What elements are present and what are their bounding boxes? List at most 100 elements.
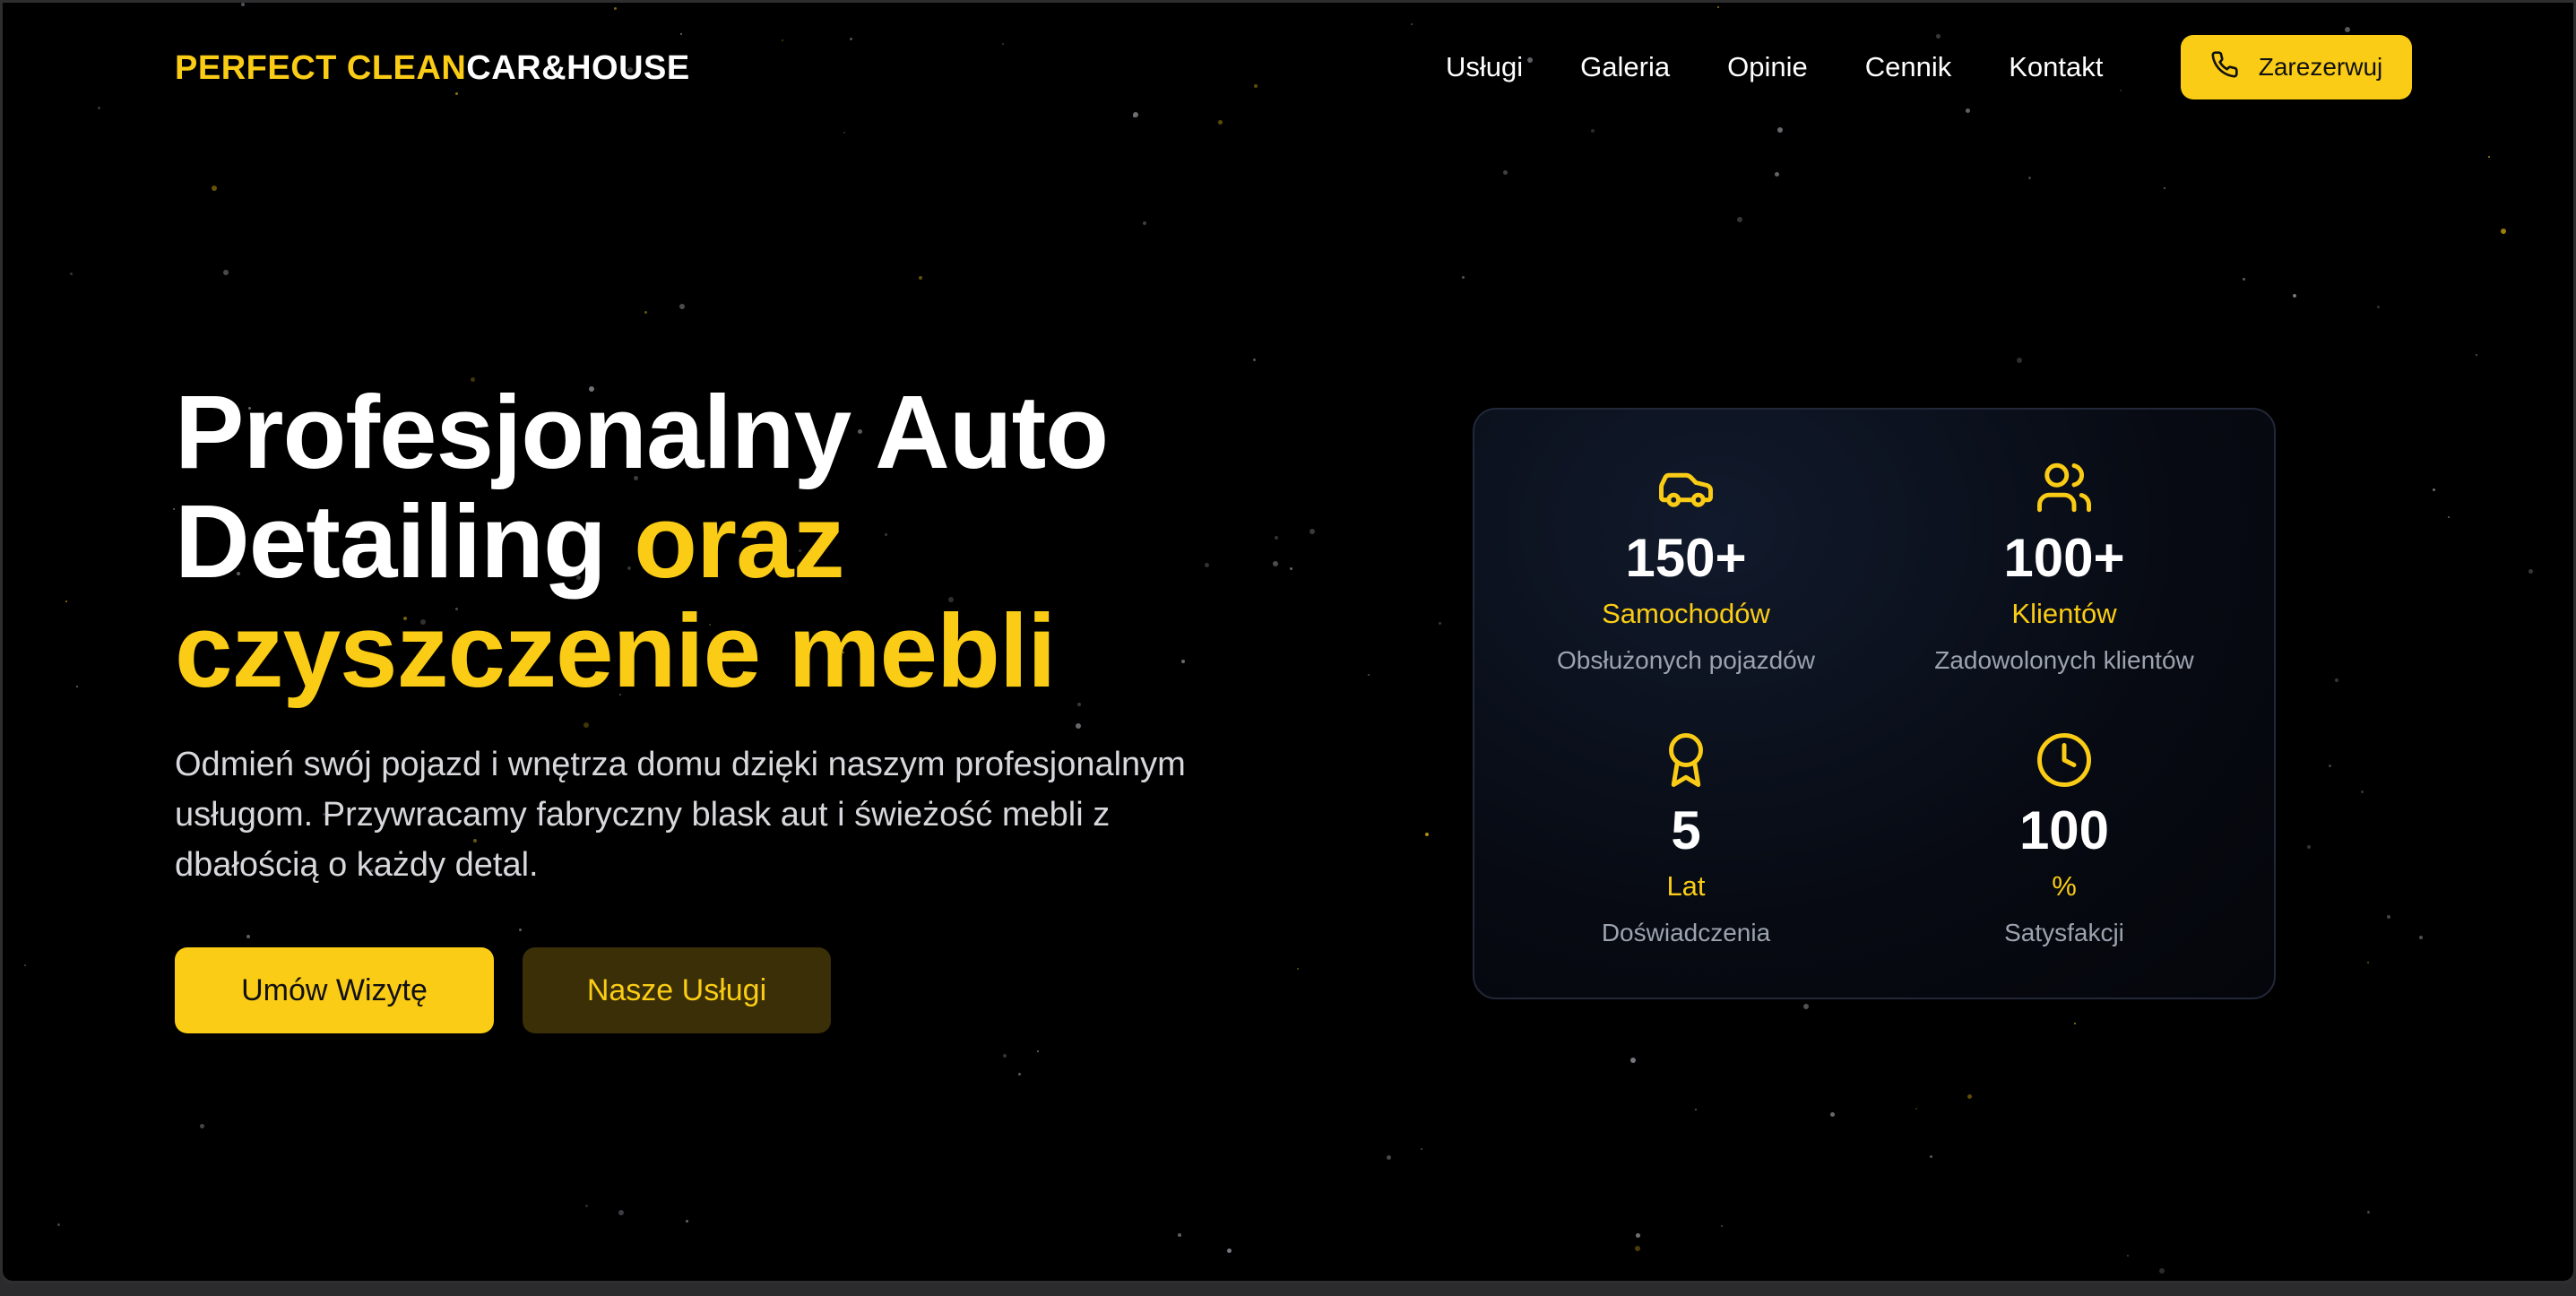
book-visit-button[interactable]: Umów Wizytę	[175, 947, 494, 1033]
star-dot	[1143, 221, 1146, 225]
star-dot	[686, 1220, 688, 1223]
nav-link-galeria[interactable]: Galeria	[1580, 51, 1670, 83]
hero-title-line-1: Profesjonalny Auto	[175, 374, 1109, 490]
stat-unit: %	[2052, 870, 2077, 902]
stat-value: 150+	[1625, 528, 1747, 588]
star-dot	[1205, 563, 1209, 567]
star-dot	[1636, 1233, 1640, 1238]
star-dot	[1003, 1054, 1007, 1058]
star-dot	[583, 722, 589, 728]
star-dot	[2448, 516, 2450, 518]
stat-unit: Klientów	[2011, 598, 2117, 629]
book-button[interactable]: Zarezerwuj	[2181, 35, 2412, 99]
star-dot	[57, 1223, 60, 1226]
star-dot	[1253, 359, 1256, 361]
star-dot	[2528, 569, 2533, 574]
car-icon	[1656, 458, 1716, 517]
star-dot	[2367, 1211, 2370, 1214]
star-dot	[1290, 567, 1292, 570]
stat-description: Zadowolonych klientów	[1934, 646, 2194, 674]
star-dot	[1273, 561, 1278, 566]
nav-link-uslugi[interactable]: Usługi	[1446, 51, 1523, 83]
our-services-button[interactable]: Nasze Usługi	[523, 947, 831, 1033]
star-dot	[65, 600, 67, 602]
star-dot	[1439, 622, 1441, 625]
star-dot	[2476, 354, 2477, 356]
star-dot	[2377, 306, 2380, 308]
star-dot	[1830, 1112, 1835, 1117]
star-dot	[1462, 276, 1465, 279]
hero-title-line-3: czyszczenie mebli	[175, 592, 1056, 709]
star-dot	[1775, 172, 1779, 177]
clock-icon	[2035, 730, 2094, 790]
site-logo[interactable]: PERFECT CLEANCAR&HOUSE	[175, 49, 690, 88]
star-dot	[2074, 1023, 2076, 1024]
nav-link-cennik[interactable]: Cennik	[1865, 51, 1952, 83]
award-icon	[1656, 730, 1716, 790]
star-dot	[2164, 187, 2165, 189]
nav-link-kontakt[interactable]: Kontakt	[2009, 51, 2103, 83]
star-dot	[1803, 1004, 1809, 1009]
hero-title: Profesjonalny Auto Detailing oraz czyszc…	[175, 374, 1109, 709]
stat-years: 5 Lat Doświadczenia	[1498, 730, 1874, 947]
stat-description: Obsłużonych pojazdów	[1557, 646, 1815, 674]
star-dot	[2335, 678, 2338, 682]
stat-value: 100	[2018, 800, 2110, 860]
logo-text-white: CAR&HOUSE	[466, 49, 690, 87]
star-dot	[644, 311, 647, 314]
star-dot	[2501, 229, 2506, 234]
star-dot	[1297, 968, 1299, 970]
star-dot	[24, 964, 26, 966]
hero-title-line-2: Detailing oraz	[175, 487, 1108, 596]
star-dot	[1275, 536, 1278, 540]
star-dot	[70, 272, 73, 275]
nav-link-opinie[interactable]: Opinie	[1727, 51, 1808, 83]
stat-value: 5	[1671, 800, 1701, 860]
star-dot	[1368, 674, 1370, 676]
phone-icon	[2210, 50, 2239, 85]
star-dot	[1310, 529, 1315, 534]
star-dot	[1695, 1109, 1697, 1110]
star-dot	[1630, 1058, 1636, 1063]
star-dot	[2329, 765, 2331, 767]
hero-title-oraz: oraz	[634, 483, 845, 600]
stat-description: Satysfakcji	[2004, 919, 2124, 946]
stats-card: 150+ Samochodów Obsłużonych pojazdów 100…	[1473, 408, 2276, 999]
star-dot	[2028, 177, 2031, 179]
star-dot	[1421, 1148, 1422, 1150]
stat-cars: 150+ Samochodów Obsłużonych pojazdów	[1498, 458, 1874, 675]
star-dot	[1721, 1225, 1723, 1227]
stat-unit: Samochodów	[1602, 598, 1770, 629]
star-dot	[2387, 915, 2390, 919]
star-dot	[1227, 1248, 1232, 1253]
star-dot	[76, 686, 78, 687]
nav-links: Usługi Galeria Opinie Cennik Kontakt	[1446, 51, 2103, 83]
star-dot	[1178, 1233, 1181, 1237]
star-dot	[2159, 1268, 2165, 1274]
hero-title-detailing: Detailing	[175, 483, 635, 600]
star-dot	[1037, 1050, 1039, 1052]
stat-clients: 100+ Klientów Zadowolonych klientów	[1876, 458, 2252, 675]
star-dot	[519, 929, 522, 931]
star-dot	[679, 304, 685, 309]
star-dot	[212, 186, 217, 191]
star-dot	[2307, 845, 2311, 849]
star-dot	[2127, 1255, 2129, 1257]
logo-text-accent: PERFECT CLEAN	[175, 49, 467, 87]
star-dot	[618, 1210, 624, 1215]
hero-description: Odmień swój pojazd i wnętrza domu dzięki…	[175, 746, 1186, 884]
stat-unit: Lat	[1666, 870, 1706, 902]
star-dot	[200, 1124, 204, 1128]
star-dot	[1181, 660, 1185, 663]
top-navigation: PERFECT CLEANCAR&HOUSE Usługi Galeria Op…	[3, 3, 2573, 134]
stat-description: Doświadczenia	[1601, 919, 1771, 946]
star-dot	[2419, 936, 2423, 939]
star-dot	[1967, 1094, 1972, 1099]
star-dot	[2243, 278, 2245, 281]
star-dot	[1915, 1108, 1917, 1110]
star-dot	[1737, 217, 1742, 222]
star-dot	[2017, 358, 2022, 363]
book-button-label: Zarezerwuj	[2258, 53, 2383, 81]
star-dot	[2367, 962, 2369, 963]
star-dot	[1387, 1155, 1391, 1160]
